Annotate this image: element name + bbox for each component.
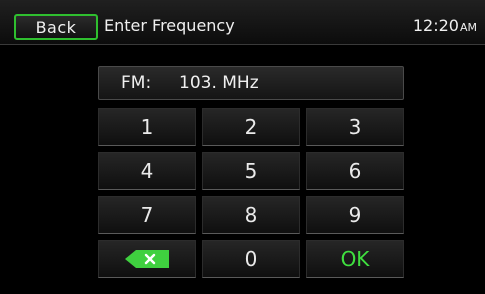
key-1[interactable]: 1: [98, 108, 196, 146]
key-6[interactable]: 6: [306, 152, 404, 190]
key-0[interactable]: 0: [202, 240, 300, 278]
backspace-icon: [125, 250, 169, 268]
top-bar: Back Enter Frequency 12:20AM: [0, 0, 485, 45]
frequency-value: 103. MHz: [179, 73, 259, 93]
band-label: FM:: [121, 73, 152, 93]
backspace-button[interactable]: [98, 240, 196, 278]
key-4[interactable]: 4: [98, 152, 196, 190]
key-8[interactable]: 8: [202, 196, 300, 234]
ok-button[interactable]: OK: [306, 240, 404, 278]
clock-time: 12:20: [412, 16, 459, 35]
clock-ampm: AM: [459, 21, 477, 34]
frequency-display: FM: 103. MHz: [98, 66, 404, 100]
key-2[interactable]: 2: [202, 108, 300, 146]
back-button[interactable]: Back: [14, 14, 98, 40]
key-7[interactable]: 7: [98, 196, 196, 234]
key-9[interactable]: 9: [306, 196, 404, 234]
clock: 12:20AM: [413, 16, 477, 35]
key-5[interactable]: 5: [202, 152, 300, 190]
page-title: Enter Frequency: [104, 16, 235, 35]
key-3[interactable]: 3: [306, 108, 404, 146]
